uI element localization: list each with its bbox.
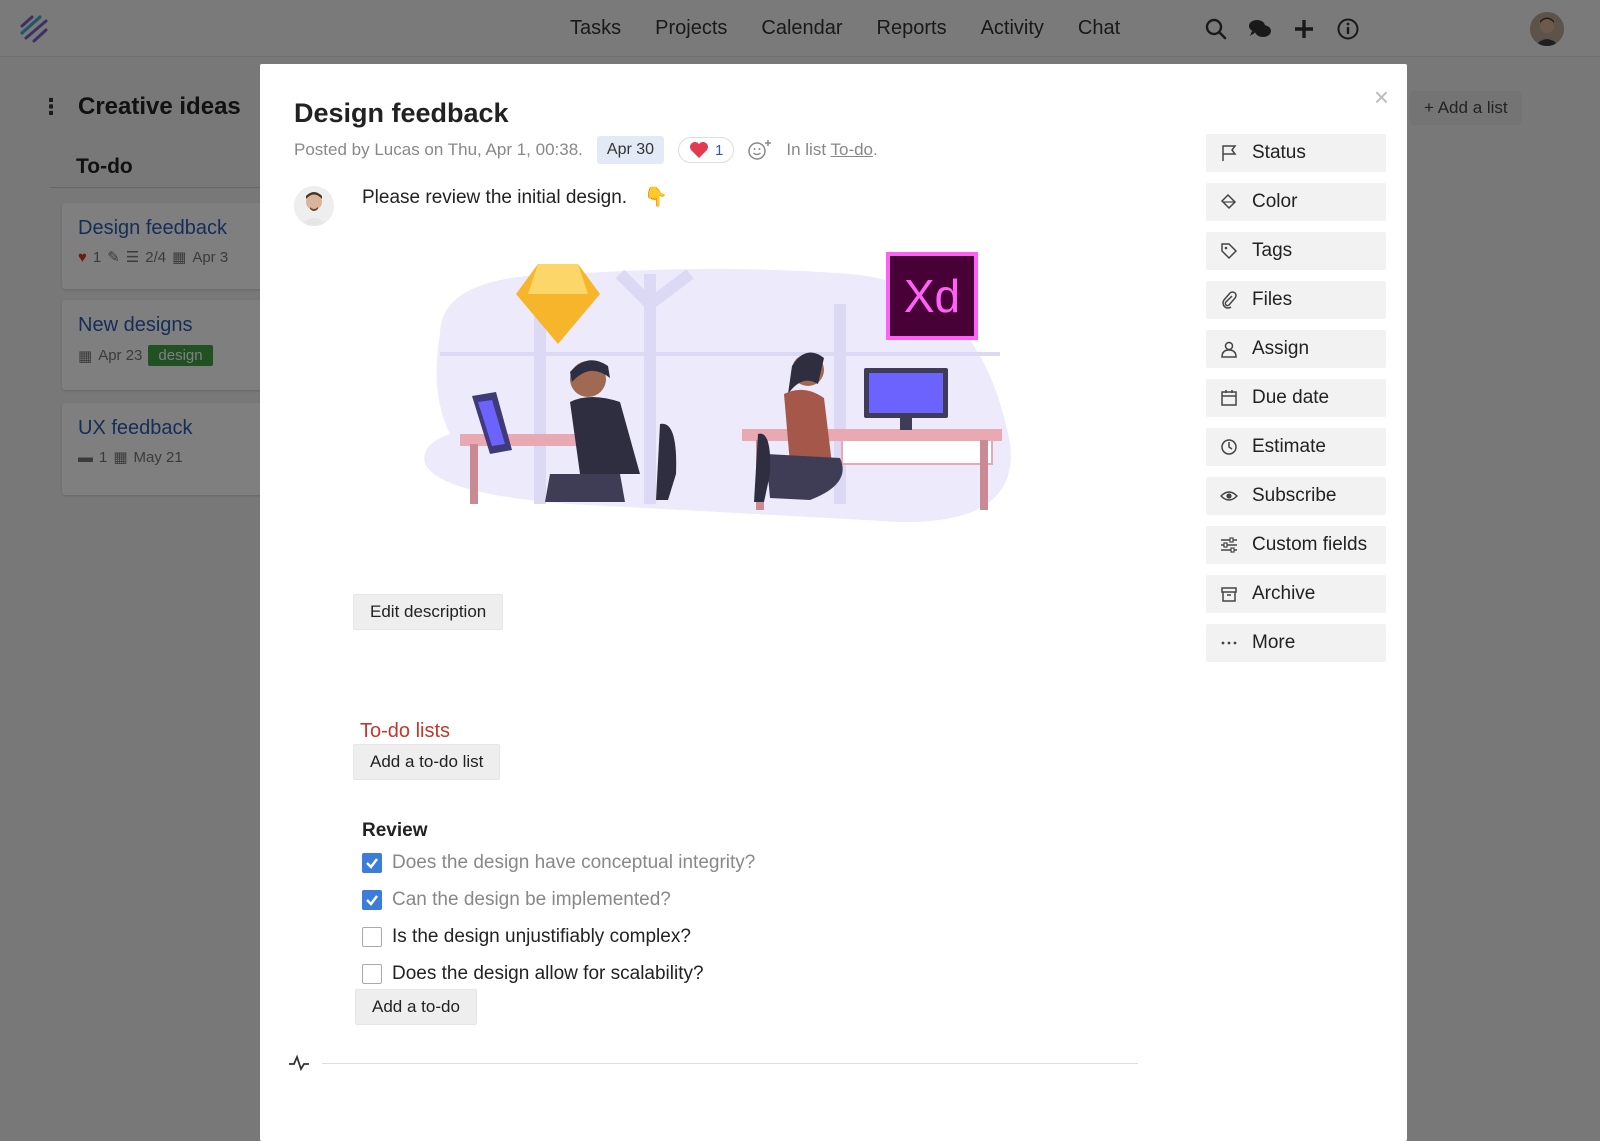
todo-text: Is the design unjustifiably complex? bbox=[392, 925, 691, 947]
svg-text:Xd: Xd bbox=[904, 270, 960, 322]
estimate-button[interactable]: Estimate bbox=[1206, 428, 1386, 466]
subscribe-button[interactable]: Subscribe bbox=[1206, 477, 1386, 515]
task-meta: Posted by Lucas on Thu, Apr 1, 00:38. Ap… bbox=[294, 136, 878, 164]
checkbox-checked[interactable] bbox=[362, 889, 382, 910]
edit-description-button[interactable]: Edit description bbox=[353, 594, 504, 630]
tag-icon bbox=[1221, 243, 1238, 260]
action-label: Tags bbox=[1252, 240, 1293, 261]
assign-button[interactable]: Assign bbox=[1206, 330, 1386, 368]
due-date-button[interactable]: Due date bbox=[1206, 379, 1386, 417]
action-label: Files bbox=[1252, 289, 1293, 310]
todo-text: Can the design be implemented? bbox=[392, 888, 671, 910]
like-button[interactable]: 1 bbox=[678, 137, 735, 163]
due-date-badge[interactable]: Apr 30 bbox=[596, 136, 665, 164]
todo-text: Does the design have conceptual integrit… bbox=[392, 851, 756, 873]
todo-item[interactable]: Is the design unjustifiably complex? bbox=[362, 918, 755, 955]
action-label: Assign bbox=[1252, 338, 1310, 359]
task-modal: × Design feedback Posted by Lucas on Thu… bbox=[260, 64, 1407, 1141]
close-icon[interactable]: × bbox=[1374, 82, 1389, 113]
in-list-suffix: . bbox=[873, 140, 878, 159]
checkbox-unchecked[interactable] bbox=[362, 963, 382, 984]
action-label: Status bbox=[1252, 142, 1306, 163]
posted-info: Posted by Lucas on Thu, Apr 1, 00:38. bbox=[294, 140, 583, 159]
checkbox-checked[interactable] bbox=[362, 852, 382, 873]
like-count: 1 bbox=[715, 141, 724, 159]
review-list-title: Review bbox=[362, 820, 428, 841]
design-team-illustration: Xd bbox=[424, 252, 1011, 523]
paint-bucket-icon bbox=[1220, 193, 1237, 210]
xd-logo-icon: Xd bbox=[886, 252, 978, 340]
task-description: Please review the initial design. 👇 bbox=[362, 185, 668, 209]
author-avatar bbox=[294, 186, 334, 226]
todo-lists-heading: To-do lists bbox=[360, 720, 451, 742]
flag-icon bbox=[1222, 145, 1237, 161]
add-todo-list-button[interactable]: Add a to-do list bbox=[353, 744, 501, 780]
todo-item[interactable]: Does the design have conceptual integrit… bbox=[362, 844, 755, 881]
archive-button[interactable]: Archive bbox=[1206, 575, 1386, 613]
sliders-icon bbox=[1221, 537, 1237, 553]
action-label: Archive bbox=[1252, 583, 1316, 604]
heart-icon bbox=[690, 142, 709, 158]
add-reaction-icon[interactable] bbox=[748, 139, 772, 161]
files-button[interactable]: Files bbox=[1206, 281, 1386, 319]
in-list-prefix: In list bbox=[786, 140, 827, 159]
paperclip-icon bbox=[1222, 291, 1237, 309]
description-text: Please review the initial design. bbox=[362, 187, 628, 208]
calendar-icon bbox=[1221, 390, 1237, 406]
ellipsis-icon bbox=[1221, 641, 1237, 645]
clock-icon bbox=[1221, 439, 1237, 455]
action-label: Color bbox=[1252, 191, 1298, 212]
action-label: Subscribe bbox=[1252, 485, 1337, 506]
action-label: Custom fields bbox=[1252, 534, 1368, 555]
in-list-link[interactable]: To-do bbox=[830, 140, 873, 159]
color-button[interactable]: Color bbox=[1206, 183, 1386, 221]
action-label: More bbox=[1252, 632, 1296, 653]
todo-item[interactable]: Does the design allow for scalability? bbox=[362, 955, 755, 992]
todo-text: Does the design allow for scalability? bbox=[392, 962, 704, 984]
status-button[interactable]: Status bbox=[1206, 134, 1386, 172]
add-todo-button[interactable]: Add a to-do bbox=[355, 989, 477, 1025]
activity-divider bbox=[288, 1054, 1138, 1072]
person-icon bbox=[1221, 341, 1237, 358]
in-list-info: In list To-do. bbox=[786, 140, 877, 160]
custom-fields-button[interactable]: Custom fields bbox=[1206, 526, 1386, 564]
activity-pulse-icon bbox=[289, 1054, 309, 1072]
tags-button[interactable]: Tags bbox=[1206, 232, 1386, 270]
checkbox-unchecked[interactable] bbox=[362, 926, 382, 947]
task-actions-sidebar: Status Color Tags Files Assign Due date … bbox=[1206, 134, 1386, 673]
action-label: Estimate bbox=[1252, 436, 1326, 457]
archive-box-icon bbox=[1221, 587, 1237, 602]
task-title: Design feedback bbox=[294, 98, 509, 128]
todo-item[interactable]: Can the design be implemented? bbox=[362, 881, 755, 918]
eye-icon bbox=[1220, 491, 1238, 501]
action-label: Due date bbox=[1252, 387, 1330, 408]
pointing-down-emoji: 👇 bbox=[644, 187, 669, 208]
more-button[interactable]: More bbox=[1206, 624, 1386, 662]
review-todo-list: Does the design have conceptual integrit… bbox=[362, 844, 755, 992]
